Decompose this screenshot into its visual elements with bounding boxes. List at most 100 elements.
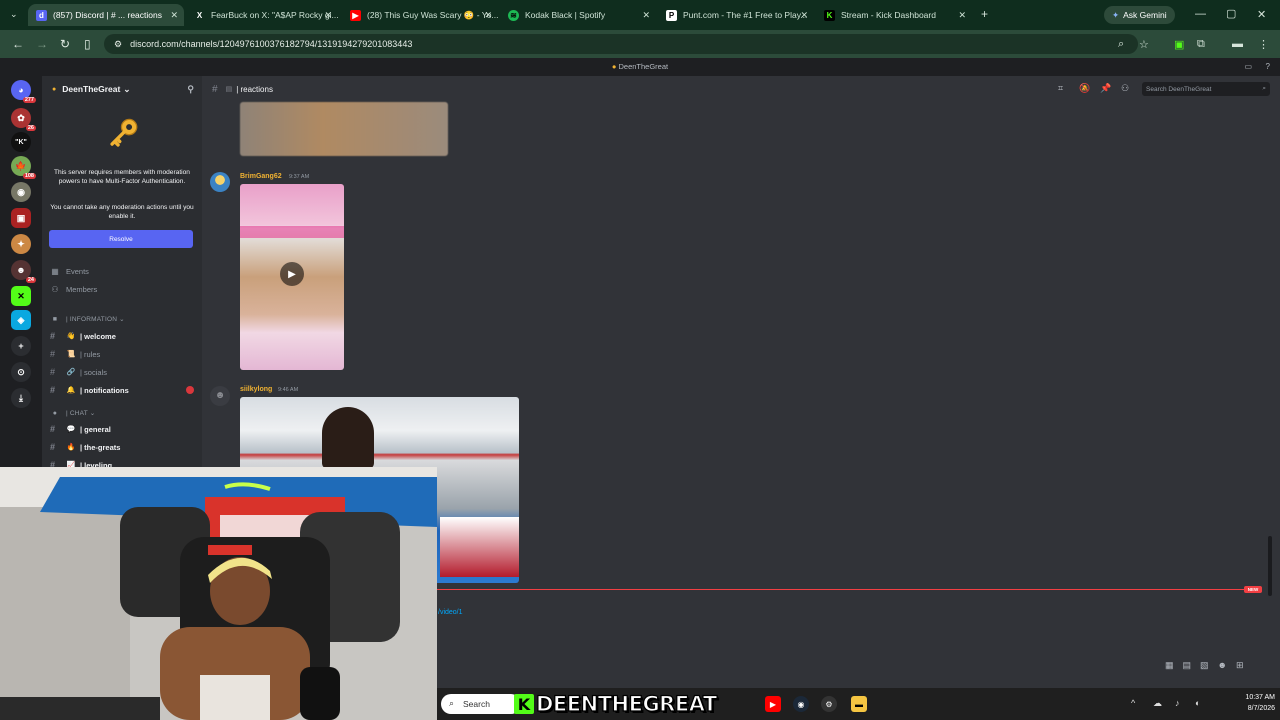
tab-punt[interactable]: P Punt.com - The #1 Free to Play... ✕ <box>658 4 814 26</box>
close-icon[interactable]: ✕ <box>800 10 808 21</box>
invite-icon[interactable]: ⚲ <box>187 84 194 95</box>
inbox-icon[interactable]: ▭ <box>1244 58 1252 76</box>
server-icon[interactable]: ☻ 24 <box>11 260 36 283</box>
discover-icon[interactable]: ⊙ <box>11 362 31 382</box>
message-author[interactable]: siilkylong <box>240 386 272 393</box>
channel-notifications[interactable]: # 🔔 | notifications <box>50 385 200 395</box>
server-icon[interactable]: ✦ <box>11 234 31 254</box>
url-bar[interactable]: ⚙ discord.com/channels/12049761003761827… <box>104 34 1138 54</box>
search-input[interactable]: Search DeenTheGreat ⌕ <box>1142 82 1270 96</box>
tab-x[interactable]: X FearBuck on X: "A$AP Rocky gi... ✕ <box>186 4 338 26</box>
add-server-icon[interactable]: + <box>11 336 31 356</box>
category-information[interactable]: ■ | INFORMATION ⌄ <box>50 315 125 324</box>
channel-emoji: 🔥 <box>66 444 76 451</box>
tab-youtube[interactable]: ▶ (28) This Guy Was Scary 😳 - Yo... ✕ <box>342 4 498 26</box>
extensions-puzzle-icon[interactable]: ⧉ <box>1197 38 1205 51</box>
message-author[interactable]: BrimGang62 <box>240 173 282 180</box>
forward-icon[interactable]: → <box>36 37 48 51</box>
server-icon[interactable]: ◉ <box>11 182 31 202</box>
pin-icon[interactable]: 📌 <box>1100 83 1111 94</box>
message-link[interactable]: /video/1 <box>438 609 463 616</box>
mfa-warning-text: This server requires members with modera… <box>54 169 190 185</box>
server-icon[interactable]: "K" <box>11 132 31 152</box>
discord-title-strip: ● DeenTheGreat ▭ ? <box>0 58 1280 76</box>
system-clock[interactable]: 10:37 AM 8/7/2026 <box>1225 692 1275 714</box>
server-icon[interactable]: ◈ <box>11 310 31 330</box>
channel-general[interactable]: # 💬 | general <box>50 424 200 434</box>
channel-the-greats[interactable]: # 🔥 | the-greats <box>50 442 200 452</box>
url-text: discord.com/channels/1204976100376182794… <box>130 39 413 49</box>
unread-badge: 277 <box>22 97 36 103</box>
bookmark-star-icon[interactable]: ☆ <box>1139 38 1149 51</box>
youtube-icon[interactable]: ▶ <box>765 696 781 712</box>
minimize-icon[interactable]: — <box>1195 8 1206 20</box>
apps-icon[interactable]: ⊞ <box>1236 660 1244 671</box>
maximize-icon[interactable]: ▢ <box>1226 7 1236 20</box>
zoom-icon[interactable]: ⌕ <box>1118 38 1124 51</box>
close-window-icon[interactable]: ✕ <box>1257 8 1266 21</box>
site-info-icon[interactable]: ⚙ <box>114 39 122 50</box>
back-icon[interactable]: ← <box>12 37 24 51</box>
category-label: | CHAT ⌄ <box>66 410 96 417</box>
mute-bell-icon[interactable]: 🔕 <box>1079 83 1090 94</box>
server-name-header[interactable]: ● DeenTheGreat ⌄ ⚲ <box>42 76 202 102</box>
menu-icon[interactable]: ⋮ <box>1258 38 1269 51</box>
channel-socials[interactable]: # 🔗 | socials <box>50 367 200 377</box>
member-list-icon[interactable]: ⚇ <box>1121 83 1129 94</box>
server-icon[interactable]: ✿ 26 <box>11 108 36 131</box>
events-nav[interactable]: ▦ Events <box>50 267 89 276</box>
channel-label: | notifications <box>80 385 129 395</box>
new-tab-button[interactable]: + <box>981 7 988 21</box>
avatar[interactable]: ☻ <box>210 386 230 406</box>
gif-icon[interactable]: ▤ <box>1183 660 1192 671</box>
download-icon[interactable]: ⤓ <box>11 388 31 408</box>
steam-icon[interactable]: ◉ <box>793 696 809 712</box>
gift-icon[interactable]: ▦ <box>1165 660 1174 671</box>
ask-gemini-button[interactable]: ✦ Ask Gemini <box>1104 6 1175 24</box>
tab-search-icon[interactable]: ⌄ <box>10 9 18 20</box>
network-icon[interactable]: ☁ <box>1153 698 1162 709</box>
reload-icon[interactable]: ↻ <box>60 37 70 51</box>
emoji-icon[interactable]: ☻ <box>1218 660 1227 671</box>
tab-discord[interactable]: d (857) Discord | # ... reactions ✕ <box>28 4 184 26</box>
speaker-icon[interactable]: ◐ <box>1195 698 1200 708</box>
channel-emoji: 📜 <box>66 351 76 358</box>
resolve-button[interactable]: Resolve <box>49 230 193 248</box>
close-icon[interactable]: ✕ <box>958 10 966 21</box>
tab-title: (28) This Guy Was Scary 😳 - Yo... <box>367 9 498 20</box>
video-backdrop <box>240 226 344 238</box>
tab-kick[interactable]: K Stream - Kick Dashboard ✕ <box>816 4 972 26</box>
channel-welcome[interactable]: # 👋 | welcome <box>50 331 200 341</box>
discord-home-icon[interactable]: ◕ 277 <box>11 80 36 103</box>
category-chat[interactable]: ● | CHAT ⌄ <box>50 409 96 418</box>
sticker-icon[interactable]: ▧ <box>1200 660 1209 671</box>
channel-rules[interactable]: # 📜 | rules <box>50 349 200 359</box>
file-explorer-icon[interactable]: ▬ <box>851 696 867 712</box>
mic-icon[interactable]: ♪ <box>1175 698 1180 708</box>
members-nav[interactable]: ⚇ Members <box>50 285 97 294</box>
help-icon[interactable]: ? <box>1266 58 1270 76</box>
close-icon[interactable]: ✕ <box>170 10 178 21</box>
server-icon[interactable]: 🍁 108 <box>11 156 36 179</box>
close-icon[interactable]: ✕ <box>484 10 492 21</box>
profile-icon[interactable]: ▬ <box>1232 38 1243 50</box>
mfa-warning-subtext: You cannot take any moderation actions u… <box>50 204 194 220</box>
hash-icon: # <box>50 385 56 395</box>
show-hidden-icons[interactable]: ^ <box>1131 698 1135 708</box>
blurred-image-attachment[interactable] <box>240 102 448 156</box>
hash-icon: # <box>50 424 56 434</box>
chat-scrollbar[interactable] <box>1268 536 1272 596</box>
sidebar-icon[interactable]: ▯ <box>84 37 91 51</box>
app-icon[interactable]: ⚙ <box>821 696 837 712</box>
play-icon[interactable]: ▶ <box>280 262 304 286</box>
close-icon[interactable]: ✕ <box>642 10 650 21</box>
kick-server-icon[interactable]: ✕ <box>11 286 31 306</box>
taskbar-search[interactable]: ⌕ Search <box>441 694 521 714</box>
threads-icon[interactable]: ⌗ <box>1058 83 1063 94</box>
avatar[interactable] <box>210 172 230 192</box>
server-icon[interactable]: ▣ <box>11 208 31 228</box>
tab-spotify[interactable]: ≋ Kodak Black | Spotify ✕ <box>500 4 656 26</box>
video-attachment[interactable]: ▶ <box>240 184 344 370</box>
extension-icon[interactable]: ▣ <box>1174 38 1184 51</box>
close-icon[interactable]: ✕ <box>324 10 332 21</box>
